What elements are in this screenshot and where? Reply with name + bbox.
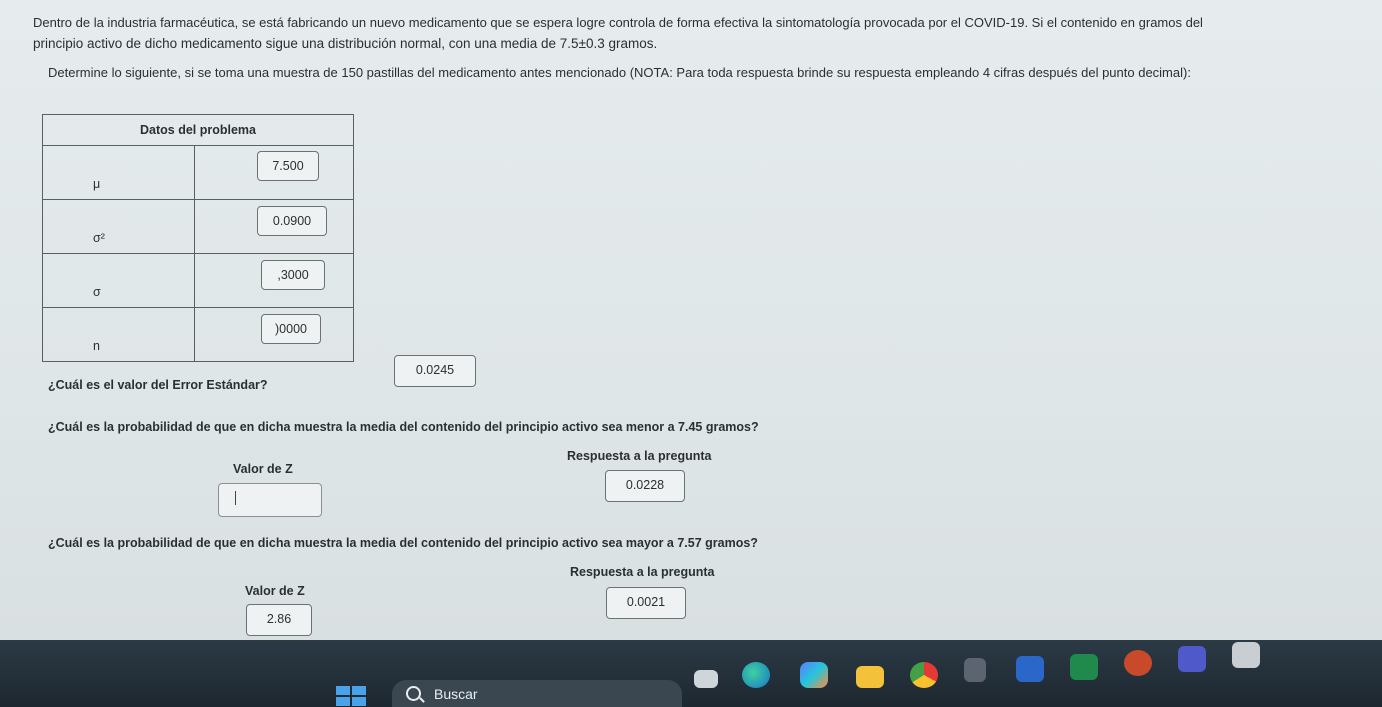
q3-answer-field[interactable]: 0.0021 — [606, 587, 686, 619]
q1-answer-field[interactable]: 0.0245 — [394, 355, 476, 387]
row-label-variance: σ² — [42, 199, 195, 254]
calendar-icon[interactable] — [1232, 642, 1260, 668]
file-explorer-icon[interactable] — [694, 670, 718, 688]
q1-text: ¿Cuál es el valor del Error Estándar? — [48, 378, 268, 392]
data-table-title: Datos del problema — [42, 114, 354, 146]
intro-line-2: principio activo de dicho medicamento si… — [33, 36, 658, 51]
q2-answer-field[interactable]: 0.0228 — [605, 470, 685, 502]
q3-text: ¿Cuál es la probabilidad de que en dicha… — [48, 536, 758, 550]
variance-value-field[interactable]: 0.0900 — [257, 206, 327, 236]
copilot-icon[interactable] — [800, 662, 828, 688]
powerpoint-icon[interactable] — [1124, 650, 1152, 676]
intro-line-3: Determine lo siguiente, si se toma una m… — [48, 65, 1191, 80]
intro-line-1: Dentro de la industria farmacéutica, se … — [33, 15, 1203, 30]
q2-text: ¿Cuál es la probabilidad de que en dicha… — [48, 420, 759, 434]
edge-icon[interactable] — [742, 662, 770, 688]
worksheet-page: Dentro de la industria farmacéutica, se … — [0, 0, 1382, 640]
q3-z-field[interactable]: 2.86 — [246, 604, 312, 636]
sigma-value-field[interactable]: ,3000 — [261, 260, 325, 290]
mu-value-field[interactable]: 7.500 — [257, 151, 319, 181]
search-label: Buscar — [434, 686, 478, 702]
q2-z-label: Valor de Z — [233, 462, 293, 476]
n-value-field[interactable]: )0000 — [261, 314, 321, 344]
text-cursor — [235, 491, 236, 505]
taskbar — [0, 640, 1382, 707]
taskbar-search-box[interactable]: Buscar — [392, 680, 682, 707]
folder-icon[interactable] — [856, 666, 884, 688]
chrome-icon[interactable] — [910, 662, 938, 688]
q3-z-label: Valor de Z — [245, 584, 305, 598]
word-icon[interactable] — [1016, 656, 1044, 682]
calculator-icon[interactable] — [964, 658, 986, 682]
data-table: Datos del problema μ 7.500 σ² 0.0900 σ ,… — [42, 114, 354, 362]
row-label-sigma: σ — [42, 253, 195, 308]
q3-answer-label: Respuesta a la pregunta — [570, 565, 715, 579]
search-icon — [406, 686, 421, 701]
excel-icon[interactable] — [1070, 654, 1098, 680]
q2-answer-label: Respuesta a la pregunta — [567, 449, 712, 463]
q2-z-input[interactable] — [218, 483, 322, 517]
windows-start-icon[interactable] — [336, 686, 368, 707]
teams-icon[interactable] — [1178, 646, 1206, 672]
row-label-mu: μ — [42, 145, 195, 200]
row-label-n: n — [42, 307, 195, 362]
